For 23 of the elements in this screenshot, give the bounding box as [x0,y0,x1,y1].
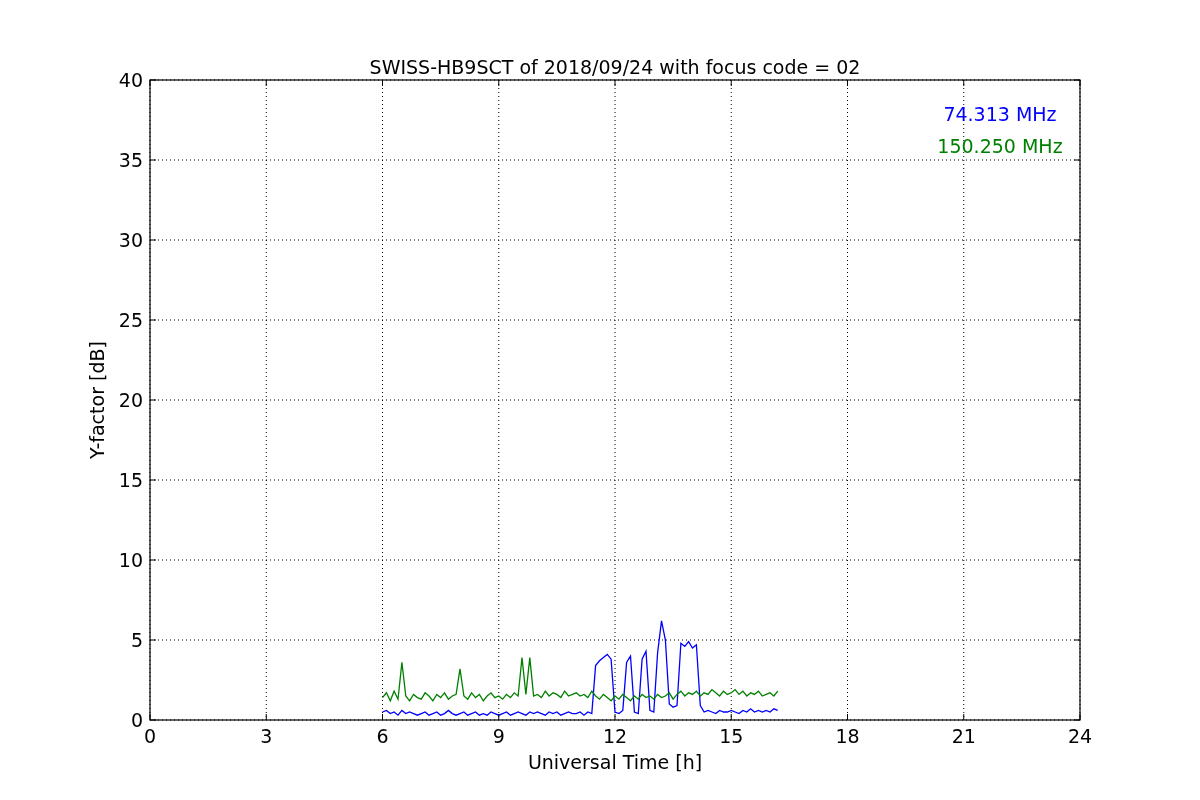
y-tick-label: 35 [118,149,143,171]
y-tick-label: 5 [130,629,143,651]
x-tick-label: 12 [602,725,628,747]
x-tick-label: 6 [376,725,389,747]
chart-title: SWISS-HB9SCT of 2018/09/24 with focus code = 02 [369,56,861,78]
y-tick-label: 25 [118,309,143,331]
x-tick-label: 15 [719,725,744,747]
x-tick-label: 9 [492,725,505,747]
x-tick-label: 24 [1067,725,1093,747]
y-tick-label: 0 [130,709,143,731]
x-axis-label: Universal Time [h] [527,751,703,773]
y-axis-label: Y-factor [dB] [86,341,108,459]
x-tick-label: 0 [143,725,157,747]
y-tick-label: 20 [118,389,143,411]
x-tick-label: 18 [835,725,860,747]
x-tick-label: 21 [951,725,976,747]
y-tick-label: 30 [118,229,143,251]
series-label: 150.250 MHz [937,135,1063,157]
y-tick-label: 10 [118,549,143,571]
y-tick-label: 15 [118,469,143,491]
y-tick-label: 40 [118,69,143,91]
x-tick-label: 3 [260,725,273,747]
series-label: 74.313 MHz [943,103,1057,125]
